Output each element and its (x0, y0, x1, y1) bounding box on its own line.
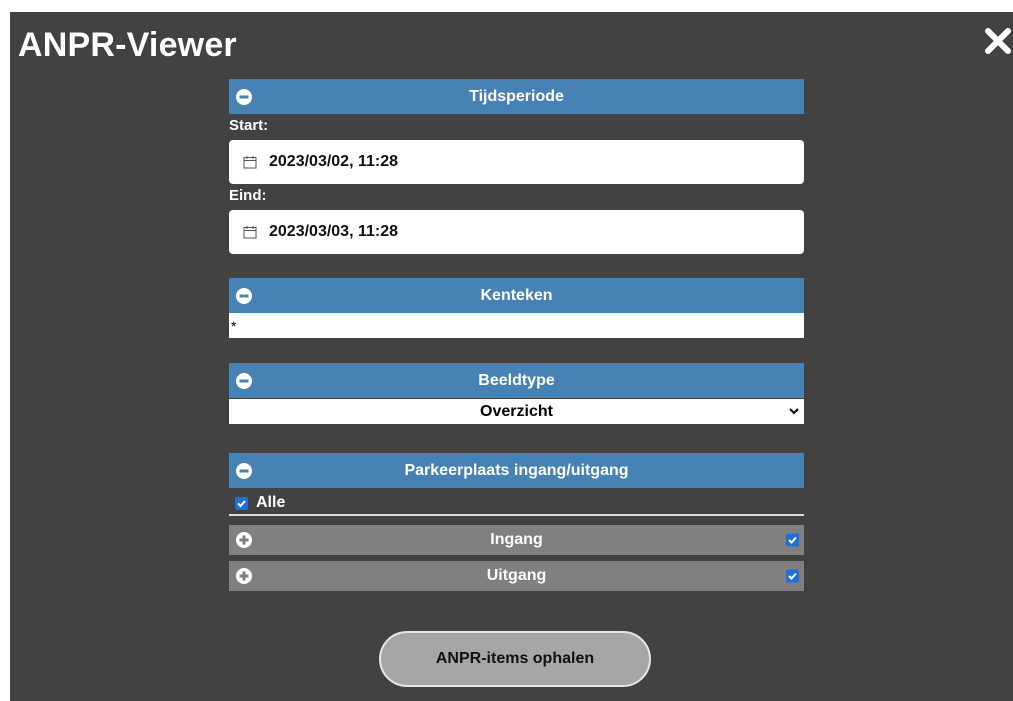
checkmark-icon (788, 536, 797, 544)
group-label: Ingang (490, 531, 543, 548)
app-title: ANPR-Viewer (18, 26, 237, 64)
uitgang-checkbox[interactable] (786, 569, 799, 583)
close-button[interactable] (983, 26, 1013, 56)
anpr-viewer-panel: ANPR-Viewer Tijdsperiode Start: 2023/03/… (10, 12, 1013, 701)
checkmark-icon (237, 499, 246, 507)
minus-circle-icon (236, 372, 252, 389)
start-date-value: 2023/03/02, 11:28 (269, 153, 399, 170)
end-date-field[interactable]: 2023/03/03, 11:28 (229, 210, 804, 254)
section-title: Tijdsperiode (469, 87, 564, 105)
group-label: Uitgang (486, 567, 547, 584)
end-date-value: 2023/03/03, 11:28 (269, 223, 399, 240)
section-title: Parkeerplaats ingang/uitgang (404, 461, 629, 479)
calendar-icon (243, 156, 257, 169)
minus-circle-icon (236, 462, 252, 479)
plus-circle-icon (236, 532, 252, 548)
alle-checkbox[interactable] (235, 496, 248, 510)
section-header-beeldtype[interactable]: Beeldtype (229, 363, 804, 398)
section-title: Kenteken (480, 286, 553, 304)
section-title: Beeldtype (478, 371, 555, 389)
ingang-checkbox[interactable] (786, 533, 799, 547)
section-header-kenteken[interactable]: Kenteken (229, 278, 804, 313)
section-header-parkeerplaats[interactable]: Parkeerplaats ingang/uitgang (229, 453, 804, 488)
minus-circle-icon (236, 88, 252, 105)
fetch-anpr-items-button[interactable]: ANPR-items ophalen (379, 631, 651, 687)
calendar-icon (243, 226, 257, 239)
section-header-tijdsperiode[interactable]: Tijdsperiode (229, 79, 804, 114)
checkmark-icon (788, 572, 797, 580)
minus-circle-icon (236, 287, 252, 304)
beeldtype-select[interactable]: Overzicht (229, 399, 804, 424)
group-row-ingang[interactable]: Ingang (229, 525, 804, 555)
alle-checkbox-row: Alle (229, 492, 804, 516)
start-label: Start: (229, 117, 269, 134)
kenteken-input[interactable] (229, 313, 804, 338)
plus-circle-icon (236, 568, 252, 584)
alle-label: Alle (256, 494, 286, 511)
group-row-uitgang[interactable]: Uitgang (229, 561, 804, 591)
start-date-field[interactable]: 2023/03/02, 11:28 (229, 140, 804, 184)
beeldtype-selected-value: Overzicht (480, 402, 553, 420)
close-icon (985, 28, 1011, 54)
chevron-down-icon (789, 408, 799, 415)
end-label: Eind: (229, 187, 267, 204)
